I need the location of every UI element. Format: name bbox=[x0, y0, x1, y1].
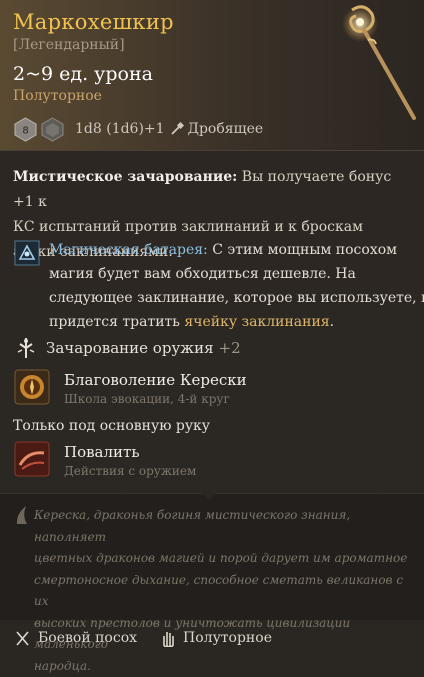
weapon-enchant-icon bbox=[14, 336, 38, 360]
battery-text-4-end: . bbox=[330, 314, 334, 330]
battery-name: Магическая батарея: bbox=[49, 242, 208, 258]
weapon-enchantment: Зачарование оружия +2 bbox=[14, 334, 241, 362]
topple-icon bbox=[14, 441, 50, 477]
lore-line-3: смертоносное дыхание, способное сметать … bbox=[34, 570, 414, 613]
hand-icon bbox=[159, 629, 177, 647]
item-handling: Полуторное bbox=[13, 88, 102, 104]
enchant-label: Зачарование оружия bbox=[46, 339, 214, 357]
spell-name: Благоволение Керески bbox=[64, 371, 247, 389]
main-hand-only: Только под основную руку bbox=[13, 418, 210, 434]
staff-icon bbox=[330, 0, 424, 120]
dice-formula-wrap: 1d8 (1d6)+1 Дробящее bbox=[75, 121, 263, 137]
dice-formula: 1d8 (1d6)+1 bbox=[75, 121, 165, 137]
battery-text-4: придется тратить bbox=[49, 314, 184, 330]
mystic-title: Мистическое зачарование: bbox=[13, 169, 237, 185]
lore-line-2: цветных драконов магией и порой дарует и… bbox=[34, 548, 414, 570]
lore-icon bbox=[14, 504, 30, 526]
battery-text-3: следующее заклинание, которое вы использ… bbox=[49, 286, 424, 310]
die-label: 8 bbox=[22, 125, 28, 136]
damage-dice-row: 8 1d8 (1d6)+1 Дробящее bbox=[13, 116, 263, 142]
item-title: Маркохешкир bbox=[13, 10, 174, 34]
item-damage: 2~9 ед. урона bbox=[13, 63, 153, 85]
action-name: Повалить bbox=[64, 443, 140, 461]
battery-text-1: С этим мощным посохом bbox=[208, 242, 397, 258]
staff-type-icon bbox=[14, 629, 32, 647]
lore-line-1: Кереска, драконья богиня мистического зн… bbox=[34, 505, 414, 548]
item-footer: Боевой посох Полуторное bbox=[14, 627, 272, 649]
enchant-value: +2 bbox=[219, 339, 241, 357]
spell-kereska-favour[interactable]: Благоволение Керески Школа эвокации, 4-й… bbox=[14, 369, 414, 413]
weapon-handling: Полуторное bbox=[183, 630, 272, 646]
die-icon: 8 bbox=[13, 117, 38, 142]
mystic-text-2: КС испытаний против заклинаний и к броск… bbox=[13, 215, 408, 240]
bludgeoning-icon bbox=[170, 122, 184, 136]
item-tooltip: Маркохешкир [Легендарный] 2~9 ед. урона … bbox=[0, 0, 424, 651]
action-topple[interactable]: Повалить Действия с оружием bbox=[14, 441, 414, 485]
damage-type: Дробящее bbox=[188, 121, 264, 137]
kereska-favour-icon bbox=[14, 369, 50, 405]
spell-slot-link[interactable]: ячейку заклинания bbox=[184, 314, 329, 330]
lore-text: Кереска, драконья богиня мистического зн… bbox=[34, 505, 414, 677]
battery-text-2: магия будет вам обходиться дешевле. На bbox=[49, 262, 424, 286]
action-category: Действия с оружием bbox=[64, 464, 196, 478]
weapon-type: Боевой посох bbox=[38, 630, 137, 646]
section-divider bbox=[0, 150, 424, 151]
spell-school: Школа эвокации, 4-й круг bbox=[64, 392, 230, 406]
magic-battery-icon bbox=[14, 240, 40, 266]
lore-line-5: народца. bbox=[34, 656, 414, 677]
item-rarity: [Легендарный] bbox=[13, 37, 125, 53]
die-icon bbox=[40, 117, 65, 142]
